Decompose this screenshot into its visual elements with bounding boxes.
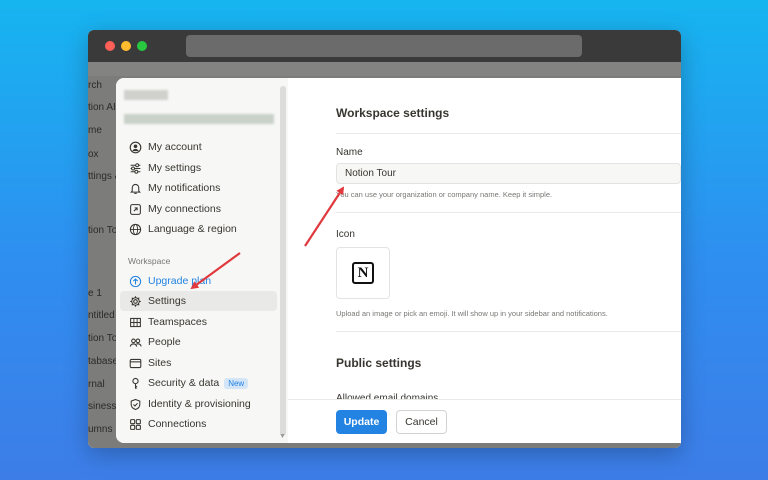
background-sidebar-text: tion To	[88, 225, 118, 236]
sidebar-item-label: My settings	[148, 162, 202, 174]
background-sidebar-text: e 1	[88, 288, 102, 299]
sidebar-scrollbar[interactable]	[280, 86, 286, 436]
background-sidebar-text: siness	[88, 401, 117, 412]
maximize-window-button[interactable]	[137, 41, 147, 51]
upgrade-icon	[128, 274, 142, 288]
sidebar-item-teamspaces[interactable]: Teamspaces	[120, 312, 277, 332]
external-link-icon	[128, 202, 142, 216]
name-hint: You can use your organization or company…	[336, 190, 553, 199]
sidebar-item-label: Connections	[148, 418, 207, 430]
sidebar-item-label: People	[148, 336, 181, 348]
gear-icon	[128, 294, 142, 308]
sidebar-item-label: Teamspaces	[148, 316, 207, 328]
sidebar-item-language-region[interactable]: Language & region	[120, 219, 277, 239]
sidebar-item-settings[interactable]: Settings	[120, 291, 277, 311]
grid-icon	[128, 417, 142, 431]
sidebar-item-security-data[interactable]: Security & data New	[120, 373, 277, 393]
teamspaces-icon	[128, 315, 142, 329]
background-sidebar-text: me	[88, 125, 102, 136]
settings-content: Workspace settings Name You can use your…	[288, 78, 681, 443]
close-window-button[interactable]	[105, 41, 115, 51]
sidebar-item-identity-provisioning[interactable]: Identity & provisioning	[120, 394, 277, 414]
sidebar-item-label: Identity & provisioning	[148, 398, 251, 410]
browser-window: rch tion AI me ox ttings & tion To e 1 n…	[88, 30, 681, 448]
address-bar[interactable]	[186, 35, 582, 57]
sidebar-item-upgrade-plan[interactable]: Upgrade plan	[120, 271, 277, 291]
sliders-icon	[128, 161, 142, 175]
sidebar-item-connections[interactable]: Connections	[120, 414, 277, 434]
name-label: Name	[336, 147, 363, 158]
bell-icon	[128, 181, 142, 195]
sidebar-item-label: My notifications	[148, 182, 221, 194]
window-titlebar	[88, 30, 681, 62]
sidebar-item-label: Settings	[148, 295, 186, 307]
update-button[interactable]: Update	[336, 410, 387, 434]
background-app-topbar	[88, 62, 681, 76]
cancel-button[interactable]: Cancel	[396, 410, 447, 434]
sidebar-item-my-notifications[interactable]: My notifications	[120, 178, 277, 198]
people-icon	[128, 335, 142, 349]
divider	[336, 133, 681, 134]
workspace-icon-picker[interactable]: N	[336, 247, 390, 299]
background-sidebar-text: ox	[88, 149, 99, 160]
page-title: Workspace settings	[336, 106, 450, 120]
new-badge: New	[224, 377, 249, 389]
sites-icon	[128, 356, 142, 370]
icon-hint: Upload an image or pick an emoji. It wil…	[336, 309, 608, 318]
public-settings-heading: Public settings	[336, 356, 422, 370]
modal-footer: Update Cancel	[288, 399, 681, 443]
sidebar-item-label: Security & data	[148, 377, 220, 389]
background-sidebar-text: ntitled	[88, 310, 115, 321]
icon-label: Icon	[336, 229, 355, 240]
background-sidebar-text: umns	[88, 424, 113, 435]
sidebar-item-label: Upgrade plan	[148, 275, 212, 287]
background-sidebar-text: rch	[88, 80, 102, 91]
divider	[336, 331, 681, 332]
blurred-workspace-name	[124, 90, 168, 100]
background-sidebar-text: rnal	[88, 379, 105, 390]
sidebar-item-people[interactable]: People	[120, 332, 277, 352]
settings-sidebar: ▲ ▼ My account My settings My notificati…	[116, 78, 288, 443]
user-circle-icon	[128, 140, 142, 154]
key-icon	[128, 376, 142, 390]
minimize-window-button[interactable]	[121, 41, 131, 51]
background-sidebar-text: tion To	[88, 333, 118, 344]
sidebar-item-my-connections[interactable]: My connections	[120, 199, 277, 219]
blurred-user-email	[124, 114, 274, 124]
scroll-down-arrow-icon[interactable]: ▼	[279, 433, 286, 440]
settings-modal: ▲ ▼ My account My settings My notificati…	[116, 78, 681, 443]
background-sidebar-text: tabase	[88, 356, 119, 367]
sidebar-item-sites[interactable]: Sites	[120, 353, 277, 373]
workspace-name-input[interactable]	[336, 163, 681, 184]
background-sidebar-text: tion AI	[88, 102, 116, 113]
sidebar-item-my-settings[interactable]: My settings	[120, 158, 277, 178]
sidebar-item-label: Language & region	[148, 223, 237, 235]
sidebar-item-label: Sites	[148, 357, 172, 369]
sidebar-item-my-account[interactable]: My account	[120, 137, 277, 157]
sidebar-item-label: My account	[148, 141, 202, 153]
shield-icon	[128, 397, 142, 411]
workspace-section-label: Workspace	[128, 256, 171, 266]
sidebar-item-label: My connections	[148, 203, 221, 215]
notion-logo-icon: N	[352, 262, 374, 284]
globe-icon	[128, 222, 142, 236]
divider	[336, 212, 681, 213]
